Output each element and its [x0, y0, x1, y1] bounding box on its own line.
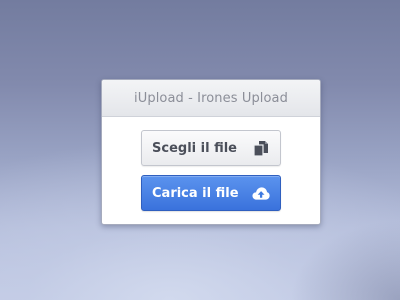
background-vignette	[290, 220, 400, 300]
dialog-title: iUpload - Irones Upload	[134, 90, 288, 106]
dialog-body: Scegli il file Carica il file	[102, 117, 320, 211]
upload-dialog: iUpload - Irones Upload Scegli il file C…	[101, 79, 321, 225]
choose-file-button[interactable]: Scegli il file	[141, 130, 281, 166]
upload-file-button[interactable]: Carica il file	[141, 175, 281, 211]
dialog-header: iUpload - Irones Upload	[102, 80, 320, 117]
choose-file-label: Scegli il file	[152, 140, 237, 156]
copy-icon	[252, 139, 270, 157]
cloud-upload-icon	[252, 184, 270, 202]
upload-file-label: Carica il file	[152, 185, 239, 201]
